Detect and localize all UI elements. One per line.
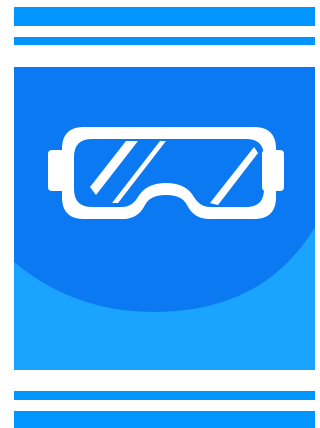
goggles-graphic <box>14 67 315 370</box>
bottom-thin-stripe <box>14 391 315 400</box>
top-thin-stripe <box>14 37 315 45</box>
bottom-stripe <box>14 411 315 428</box>
goggles-card <box>14 67 315 370</box>
top-stripe <box>14 7 315 26</box>
